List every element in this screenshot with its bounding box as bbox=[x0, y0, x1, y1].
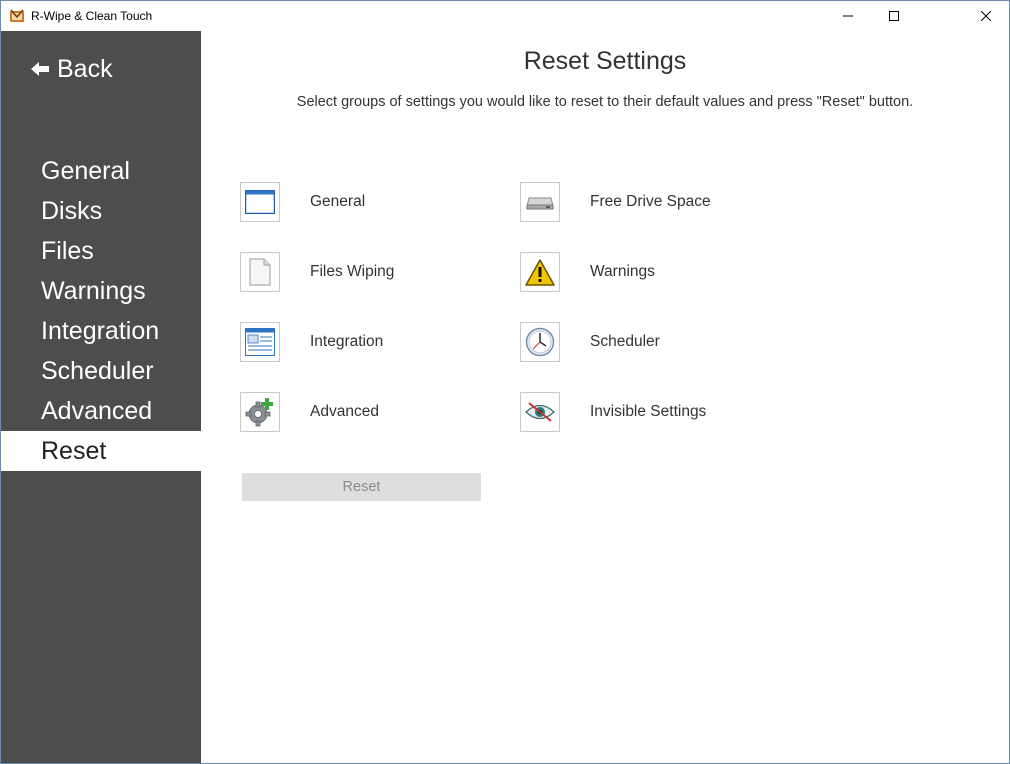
title-bar: R-Wipe & Clean Touch bbox=[1, 1, 1009, 31]
option-integration[interactable]: Integration bbox=[240, 321, 383, 363]
back-arrow-icon bbox=[31, 62, 49, 76]
page-subtitle: Select groups of settings you would like… bbox=[296, 94, 914, 110]
option-label: Scheduler bbox=[590, 333, 660, 350]
option-invisible-settings[interactable]: Invisible Settings bbox=[520, 391, 706, 433]
option-free-drive-space[interactable]: Free Drive Space bbox=[520, 181, 711, 223]
option-label: Files Wiping bbox=[310, 263, 395, 280]
back-button[interactable]: Back bbox=[31, 51, 113, 87]
option-label: Integration bbox=[310, 333, 384, 350]
gear-plus-icon bbox=[240, 392, 280, 432]
sidebar-item-advanced[interactable]: Advanced bbox=[1, 391, 201, 431]
file-icon bbox=[240, 252, 280, 292]
back-label: Back bbox=[57, 54, 113, 83]
option-label: Invisible Settings bbox=[590, 403, 707, 420]
option-label: Free Drive Space bbox=[590, 193, 711, 210]
sidebar: Back General Disks Files Warnings Integr… bbox=[1, 31, 201, 763]
main-panel: Reset Settings Select groups of settings… bbox=[201, 31, 1009, 763]
minimize-button[interactable] bbox=[825, 1, 871, 31]
window-icon bbox=[240, 182, 280, 222]
option-label: General bbox=[310, 193, 366, 210]
sidebar-item-warnings[interactable]: Warnings bbox=[1, 271, 201, 311]
option-warnings[interactable]: Warnings bbox=[520, 251, 655, 293]
sidebar-item-scheduler[interactable]: Scheduler bbox=[1, 351, 201, 391]
sidebar-item-general[interactable]: General bbox=[1, 151, 201, 191]
option-files-wiping[interactable]: Files Wiping bbox=[240, 251, 394, 293]
app-window: R-Wipe & Clean Touch Back General Disks … bbox=[0, 0, 1010, 764]
clock-icon bbox=[520, 322, 560, 362]
maximize-button[interactable] bbox=[871, 1, 917, 31]
drive-icon bbox=[520, 182, 560, 222]
maximize-icon bbox=[889, 11, 899, 21]
integration-icon bbox=[240, 322, 280, 362]
option-scheduler[interactable]: Scheduler bbox=[520, 321, 660, 363]
option-advanced[interactable]: Advanced bbox=[240, 391, 379, 433]
option-label: Advanced bbox=[310, 403, 379, 420]
minimize-icon bbox=[843, 15, 853, 17]
window-title: R-Wipe & Clean Touch bbox=[31, 9, 153, 23]
reset-button[interactable]: Reset bbox=[242, 473, 481, 501]
page-title: Reset Settings bbox=[523, 47, 687, 75]
app-logo-icon bbox=[9, 8, 25, 24]
sidebar-item-files[interactable]: Files bbox=[1, 231, 201, 271]
sidebar-item-reset[interactable]: Reset bbox=[1, 431, 201, 471]
hidden-eye-icon bbox=[520, 392, 560, 432]
warning-icon bbox=[520, 252, 560, 292]
sidebar-nav: General Disks Files Warnings Integration… bbox=[1, 151, 201, 471]
option-label: Warnings bbox=[590, 263, 655, 280]
close-icon bbox=[981, 11, 991, 21]
option-general[interactable]: General bbox=[240, 181, 365, 223]
sidebar-item-disks[interactable]: Disks bbox=[1, 191, 201, 231]
close-button[interactable] bbox=[963, 1, 1009, 31]
sidebar-item-integration[interactable]: Integration bbox=[1, 311, 201, 351]
